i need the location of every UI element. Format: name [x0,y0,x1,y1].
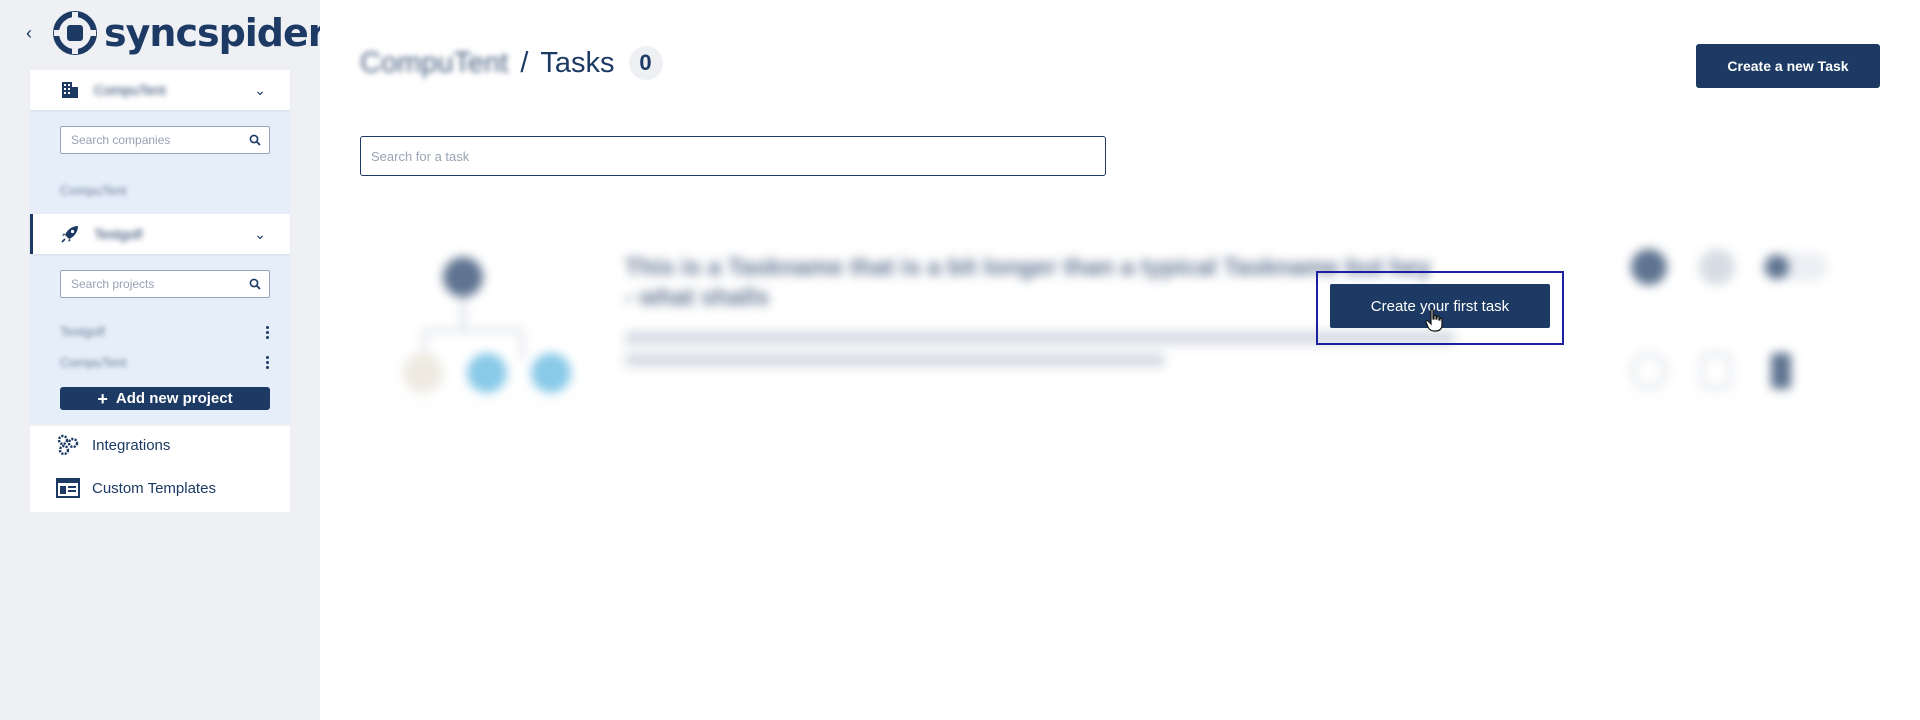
template-icon [56,478,80,498]
sidebar-item-integrations[interactable]: Integrations [30,426,290,464]
sidebar-item-label: Integrations [92,436,171,454]
preview-node-icon [531,353,571,393]
company-search[interactable] [60,126,270,154]
preview-node-icon [467,353,507,393]
brand-name: syncspider [104,11,327,55]
company-list-item[interactable]: CompuTent [60,183,126,198]
plus-icon: + [97,388,108,409]
project-selector-label: Testgolf [94,226,143,242]
company-selector[interactable]: CompuTent ⌄ [30,70,290,110]
sidebar-item-label: Custom Templates [92,479,216,497]
breadcrumb: CompuTent / Tasks 0 [360,46,663,80]
sidebar-nav: Integrations Custom Templates [30,426,290,512]
preview-action-icon [1631,353,1667,389]
preview-connector [461,293,465,331]
add-project-label: Add new project [115,390,233,407]
company-search-input[interactable] [61,133,241,147]
sidebar-item-custom-templates[interactable]: Custom Templates [30,469,290,507]
preview-task-actions [1590,212,1878,402]
syncspider-logo-icon [53,11,97,55]
sidebar: ‹ syncspider CompuTent ⌄ CompuTent [0,0,327,720]
project-list-item[interactable]: Testgolf [60,324,105,339]
search-icon[interactable] [249,134,261,146]
preview-connector [423,329,523,332]
chevron-down-icon: ⌄ [254,82,266,98]
task-search-input[interactable] [361,148,1081,164]
preview-connector [520,329,523,359]
task-search[interactable] [360,136,1106,176]
building-icon [62,82,78,98]
project-list-item[interactable]: CompuTent [60,355,126,370]
breadcrumb-separator: / [520,46,529,79]
brand-logo[interactable]: syncspider [52,10,327,56]
more-options-icon[interactable] [266,326,270,339]
main-content: CompuTent / Tasks 0 Create a new Task Th… [320,0,1920,720]
project-search-input[interactable] [61,277,241,291]
collapse-sidebar-icon[interactable]: ‹ [26,24,42,42]
company-selector-label: CompuTent [94,82,166,98]
create-new-task-button[interactable]: Create a new Task [1696,44,1880,88]
preview-node-icon [403,353,443,393]
breadcrumb-company[interactable]: CompuTent [360,47,508,80]
preview-action-icon [1771,353,1791,389]
page-title: Tasks [540,46,615,79]
preview-node-icon [443,257,483,297]
preview-action-icon [1701,353,1731,389]
empty-state-preview: This is a Taskname that is a bit longer … [362,212,1878,402]
preview-action-icon [1699,249,1735,285]
project-selector[interactable]: Testgolf ⌄ [30,214,290,254]
preview-action-icon [1631,249,1667,285]
project-search[interactable] [60,270,270,298]
hand-cursor-icon [1425,308,1443,332]
preview-task-description [625,353,1165,367]
task-count-badge: 0 [628,46,663,80]
rocket-icon [61,226,78,243]
search-icon[interactable] [249,278,261,290]
preview-toggle-knob [1765,255,1789,279]
add-project-button[interactable]: + Add new project [60,387,270,410]
gears-icon [57,434,79,456]
more-options-icon[interactable] [266,356,270,369]
chevron-down-icon: ⌄ [254,226,266,242]
